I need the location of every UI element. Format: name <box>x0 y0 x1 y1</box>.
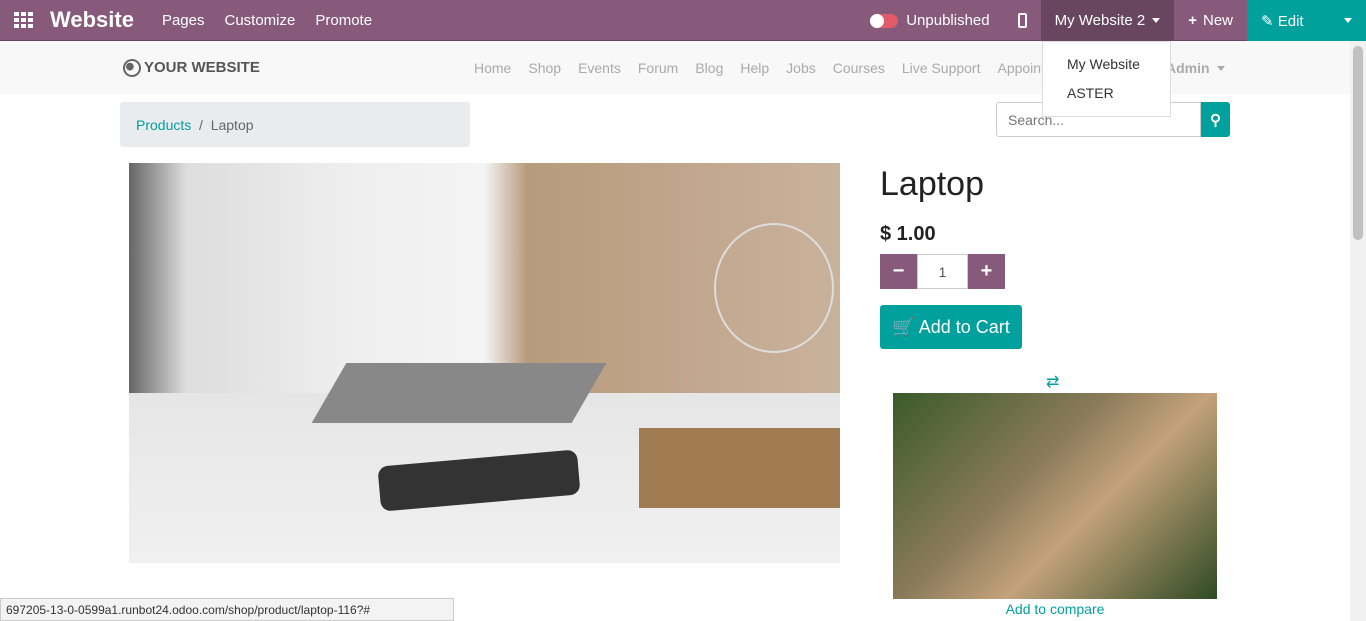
add-to-compare-link[interactable]: Add to compare <box>893 601 1217 617</box>
nav-courses[interactable]: Courses <box>833 60 885 76</box>
menu-customize[interactable]: Customize <box>225 12 296 29</box>
dropdown-item-aster[interactable]: ASTER <box>1067 85 1114 101</box>
increase-quantity-button[interactable]: + <box>968 254 1005 289</box>
top-bar: Website Pages Customize Promote Unpublis… <box>0 0 1366 41</box>
product-title: Laptop <box>880 165 984 203</box>
mobile-preview-button[interactable] <box>1004 0 1041 41</box>
publish-toggle[interactable]: Unpublished <box>856 0 1003 41</box>
product-image <box>129 163 840 563</box>
nav-live-support[interactable]: Live Support <box>902 60 981 76</box>
nav-shop[interactable]: Shop <box>528 60 561 76</box>
nav-jobs[interactable]: Jobs <box>786 60 816 76</box>
product-price: $ 1.00 <box>880 223 936 245</box>
new-button[interactable]: + New <box>1174 0 1247 41</box>
edit-dropdown-caret-icon[interactable] <box>1344 18 1352 23</box>
site-logo[interactable]: YOUR WEBSITE <box>123 58 260 77</box>
minus-icon: − <box>892 260 905 282</box>
nav-blog[interactable]: Blog <box>695 60 723 76</box>
plus-icon: + <box>980 260 993 282</box>
scrollbar[interactable] <box>1350 41 1366 621</box>
compare-icon[interactable]: ⇄ <box>1046 372 1059 392</box>
nav-events[interactable]: Events <box>578 60 621 76</box>
dropdown-item-my-website[interactable]: My Website <box>1067 56 1140 72</box>
breadcrumb-separator: / <box>199 117 203 133</box>
app-title: Website <box>50 7 134 32</box>
add-to-cart-button[interactable]: 🛒 Add to Cart <box>880 305 1022 349</box>
quantity-input[interactable] <box>917 254 968 289</box>
scrollbar-thumb[interactable] <box>1353 46 1363 240</box>
user-menu[interactable]: Admin <box>1166 60 1225 76</box>
edit-button[interactable]: ✎ Edit <box>1247 0 1366 41</box>
caret-down-icon <box>1152 18 1161 23</box>
menu-promote[interactable]: Promote <box>315 12 372 29</box>
plus-icon: + <box>1188 12 1197 29</box>
breadcrumb-current: Laptop <box>210 117 254 133</box>
mobile-icon <box>1017 13 1027 28</box>
status-bar-url: 697205-13-0-0599a1.runbot24.odoo.com/sho… <box>0 598 454 621</box>
add-to-cart-label: Add to Cart <box>918 316 1010 337</box>
edit-label: Edit <box>1277 12 1304 30</box>
quantity-stepper: − + <box>880 254 1005 289</box>
website-selector[interactable]: My Website 2 <box>1040 0 1175 41</box>
breadcrumb: Products / Laptop <box>120 102 470 147</box>
breadcrumb-products[interactable]: Products <box>136 117 191 133</box>
toggle-icon <box>870 13 899 28</box>
website-dropdown-menu: My Website ASTER <box>1042 41 1171 117</box>
nav-help[interactable]: Help <box>740 60 769 76</box>
publish-status: Unpublished <box>906 12 990 29</box>
website-selector-label: My Website 2 <box>1054 12 1146 29</box>
pencil-icon: ✎ <box>1261 12 1278 30</box>
search-button[interactable]: ⚲ <box>1201 102 1230 137</box>
new-label: New <box>1202 12 1233 29</box>
search-icon: ⚲ <box>1210 111 1221 129</box>
caret-down-icon <box>1216 66 1225 72</box>
globe-icon <box>123 58 141 77</box>
menu-pages[interactable]: Pages <box>162 12 205 29</box>
apps-grid-icon[interactable] <box>14 12 36 28</box>
user-name: Admin <box>1166 59 1210 76</box>
cart-icon: 🛒 <box>892 316 915 337</box>
nav-home[interactable]: Home <box>474 60 511 76</box>
logo-text: YOUR WEBSITE <box>144 59 260 76</box>
product-secondary-image <box>893 393 1217 599</box>
decrease-quantity-button[interactable]: − <box>880 254 917 289</box>
nav-forum[interactable]: Forum <box>638 60 678 76</box>
